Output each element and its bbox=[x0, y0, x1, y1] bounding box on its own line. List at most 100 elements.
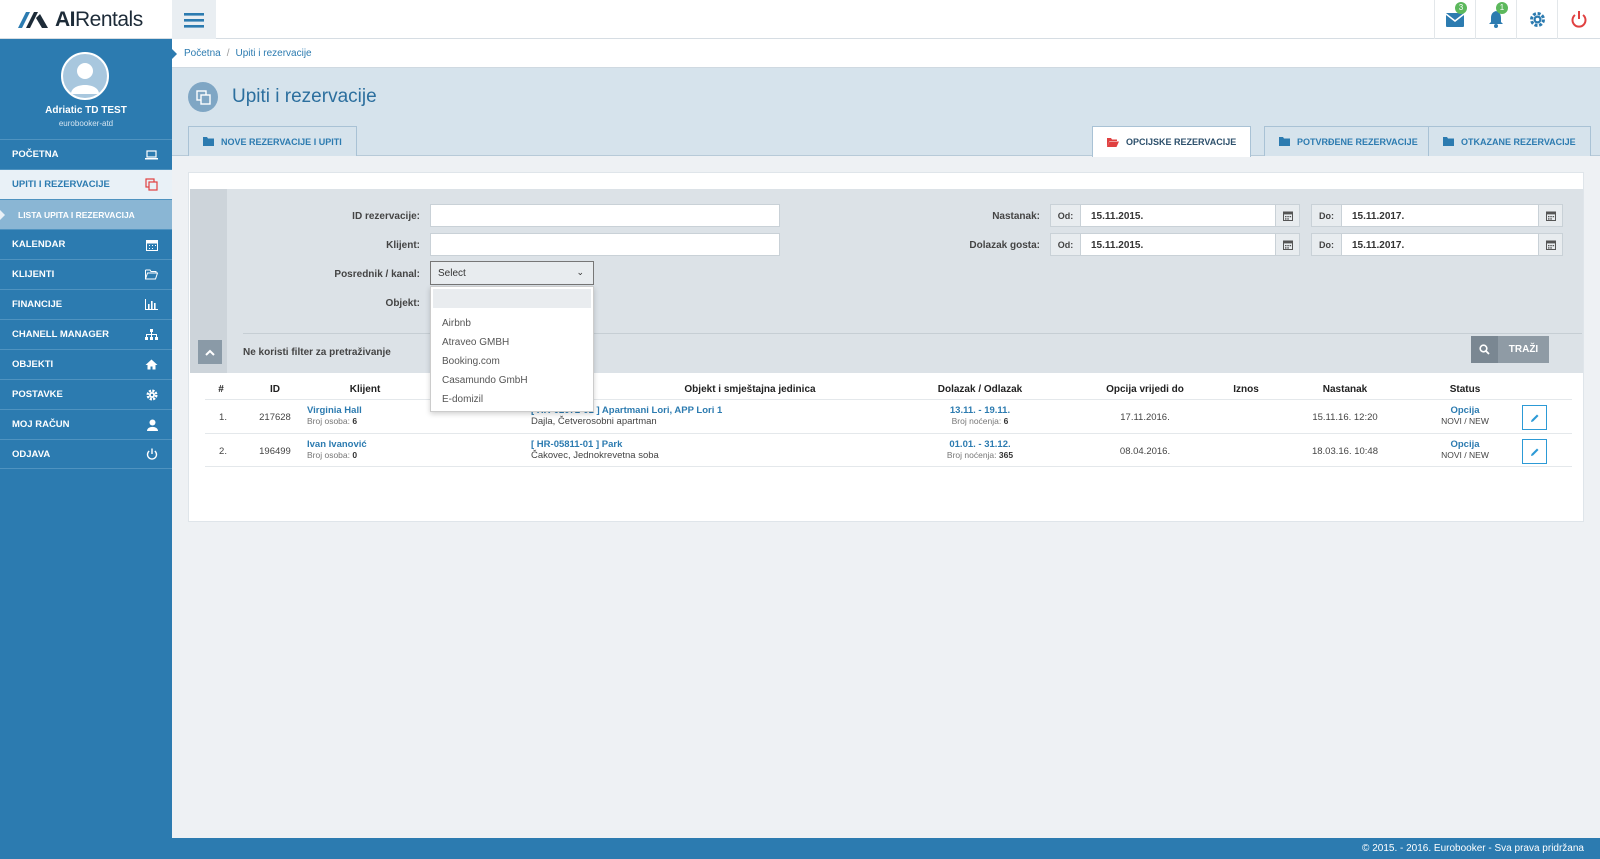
notifications-button[interactable]: 1 bbox=[1475, 0, 1516, 39]
tab-label: POTVRĐENE REZERVACIJE bbox=[1297, 136, 1418, 147]
created-from-value[interactable]: 15.11.2015. bbox=[1081, 205, 1275, 226]
sidebar-item-objekti[interactable]: OBJEKTI bbox=[0, 349, 172, 379]
to-prefix: Do: bbox=[1312, 205, 1342, 226]
dropdown-option[interactable]: Booking.com bbox=[431, 352, 593, 371]
dropdown-search-input[interactable] bbox=[433, 289, 591, 308]
arrival-to-field[interactable]: Do: 15.11.2017. bbox=[1311, 233, 1563, 256]
row-client: Virginia Hall Broj osoba: 6 bbox=[307, 405, 362, 426]
settings-button[interactable] bbox=[1516, 0, 1557, 39]
sidebar-item-label: KLIJENTI bbox=[12, 269, 55, 280]
sidebar-item-chanell-manager[interactable]: CHANELL MANAGER bbox=[0, 319, 172, 349]
avatar[interactable] bbox=[61, 52, 109, 100]
collapse-filter-button[interactable] bbox=[198, 340, 222, 364]
sidebar-item-label: POČETNA bbox=[12, 149, 59, 160]
row-created: 15.11.16. 12:20 bbox=[1312, 412, 1378, 423]
client-link[interactable]: Virginia Hall bbox=[307, 405, 362, 416]
created-to-value[interactable]: 15.11.2017. bbox=[1342, 205, 1538, 226]
to-prefix: Do: bbox=[1312, 234, 1342, 255]
dropdown-option[interactable]: E-domizil bbox=[431, 390, 593, 409]
sidebar-item-pocetna[interactable]: POČETNA bbox=[0, 139, 172, 169]
user-icon bbox=[71, 63, 99, 94]
gear-icon bbox=[146, 388, 158, 401]
logout-button[interactable] bbox=[1557, 0, 1600, 39]
id-input[interactable] bbox=[430, 204, 780, 227]
sidebar-item-odjava[interactable]: ODJAVA bbox=[0, 439, 172, 469]
calendar-icon bbox=[1545, 240, 1556, 250]
sidebar-item-label: FINANCIJE bbox=[12, 299, 63, 310]
calendar-button[interactable] bbox=[1538, 205, 1562, 226]
column-header: # bbox=[218, 384, 224, 395]
power-icon bbox=[1571, 11, 1587, 28]
sidebar-subitem-lista[interactable]: LISTA UPITA I REZERVACIJA bbox=[0, 199, 172, 229]
created-to-field[interactable]: Do: 15.11.2017. bbox=[1311, 204, 1563, 227]
object-subtitle: Čakovec, Jednokrevetna soba bbox=[531, 450, 659, 461]
table-row[interactable]: 2. 196499 Ivan Ivanović Broj osoba: 0 [ … bbox=[205, 433, 1572, 467]
logo-text-ai: AI bbox=[55, 8, 76, 31]
calendar-button[interactable] bbox=[1275, 234, 1299, 255]
logo-icon bbox=[18, 12, 48, 28]
row-id: 217628 bbox=[259, 412, 291, 423]
tab-otkazane-rezervacije[interactable]: OTKAZANE REZERVACIJE bbox=[1428, 126, 1591, 156]
sidebar-item-label: POSTAVKE bbox=[12, 389, 63, 400]
arrival-to-value[interactable]: 15.11.2017. bbox=[1342, 234, 1538, 255]
copyright-text: © 2015. - 2016. Eurobooker - Sva prava p… bbox=[1362, 843, 1584, 854]
column-header: Dolazak / Odlazak bbox=[937, 384, 1023, 395]
breadcrumb-separator: / bbox=[226, 48, 230, 59]
created-label: Nastanak: bbox=[992, 211, 1040, 222]
sidebar-item-financije[interactable]: FINANCIJE bbox=[0, 289, 172, 319]
client-link[interactable]: Ivan Ivanović bbox=[307, 439, 367, 450]
calendar-button[interactable] bbox=[1538, 234, 1562, 255]
page-title: Upiti i rezervacije bbox=[232, 86, 377, 107]
chevron-up-icon bbox=[205, 349, 215, 356]
search-button[interactable]: TRAŽI bbox=[1471, 336, 1549, 363]
column-header: Iznos bbox=[1233, 384, 1259, 395]
channel-select[interactable]: Select ⌄ bbox=[430, 261, 594, 285]
messages-button[interactable]: 3 bbox=[1434, 0, 1475, 39]
menu-toggle-button[interactable] bbox=[172, 0, 216, 39]
folder-icon bbox=[203, 137, 214, 146]
persons-label: Broj osoba: bbox=[307, 416, 350, 426]
dropdown-option[interactable]: Atraveo GMBH bbox=[431, 333, 593, 352]
page-header: Upiti i rezervacije NOVE REZERVACIJE I U… bbox=[172, 68, 1600, 157]
dropdown-option[interactable]: Airbnb bbox=[431, 314, 593, 333]
tab-opcijske-rezervacije[interactable]: OPCIJSKE REZERVACIJE bbox=[1092, 126, 1252, 157]
power-icon bbox=[146, 448, 158, 460]
sidebar-item-moj-racun[interactable]: MOJ RAČUN bbox=[0, 409, 172, 439]
arrival-from-value[interactable]: 15.11.2015. bbox=[1081, 234, 1275, 255]
sidebar-item-klijenti[interactable]: KLIJENTI bbox=[0, 259, 172, 289]
copy-icon bbox=[145, 178, 158, 191]
arrival-from-field[interactable]: Od: 15.11.2015. bbox=[1050, 233, 1300, 256]
persons-count: 6 bbox=[352, 416, 358, 426]
calendar-button[interactable] bbox=[1275, 205, 1299, 226]
tab-label: OPCIJSKE REZERVACIJE bbox=[1126, 137, 1237, 147]
user-profile: Adriatic TD TEST eurobooker-atd bbox=[0, 39, 172, 139]
edit-button[interactable] bbox=[1522, 405, 1547, 430]
persons-label: Broj osoba: bbox=[307, 450, 350, 460]
bar-chart-icon bbox=[145, 299, 158, 310]
folder-icon bbox=[1443, 137, 1454, 146]
sidebar-item-upiti[interactable]: UPITI I REZERVACIJE bbox=[0, 169, 172, 199]
sidebar-item-kalendar[interactable]: KALENDAR bbox=[0, 229, 172, 259]
tab-potvrdene-rezervacije[interactable]: POTVRĐENE REZERVACIJE bbox=[1264, 126, 1433, 156]
no-filter-toggle[interactable]: Ne koristi filter za pretraživanje bbox=[243, 347, 391, 358]
object-link[interactable]: [ HR-05811-01 ] Park bbox=[531, 439, 659, 450]
search-button-label: TRAŽI bbox=[1508, 344, 1539, 355]
sidebar-item-label: ODJAVA bbox=[12, 448, 51, 460]
breadcrumb-home-link[interactable]: Početna bbox=[184, 48, 221, 59]
dropdown-option[interactable]: Casamundo GmbH bbox=[431, 371, 593, 390]
envelope-icon bbox=[1446, 12, 1464, 27]
app-logo[interactable]: AI Rentals bbox=[18, 7, 143, 33]
folder-open-icon bbox=[1107, 137, 1119, 147]
row-dates: 01.01. - 31.12. Broj noćenja: 365 bbox=[920, 439, 1040, 460]
edit-button[interactable] bbox=[1522, 439, 1547, 464]
client-input[interactable] bbox=[430, 233, 780, 256]
user-icon bbox=[147, 419, 158, 431]
tab-nove-rezervacije[interactable]: NOVE REZERVACIJE I UPITI bbox=[188, 126, 357, 156]
table-row[interactable]: 1. 217628 Virginia Hall Broj osoba: 6 [ … bbox=[205, 399, 1572, 433]
sidebar-item-postavke[interactable]: POSTAVKE bbox=[0, 379, 172, 409]
messages-badge: 3 bbox=[1455, 2, 1467, 14]
filter-form: ID rezervacije: Klijent: Posrednik / kan… bbox=[190, 189, 1583, 373]
tab-label: OTKAZANE REZERVACIJE bbox=[1461, 136, 1576, 147]
created-from-field[interactable]: Od: 15.11.2015. bbox=[1050, 204, 1300, 227]
status-badge: Opcija bbox=[1450, 405, 1480, 416]
